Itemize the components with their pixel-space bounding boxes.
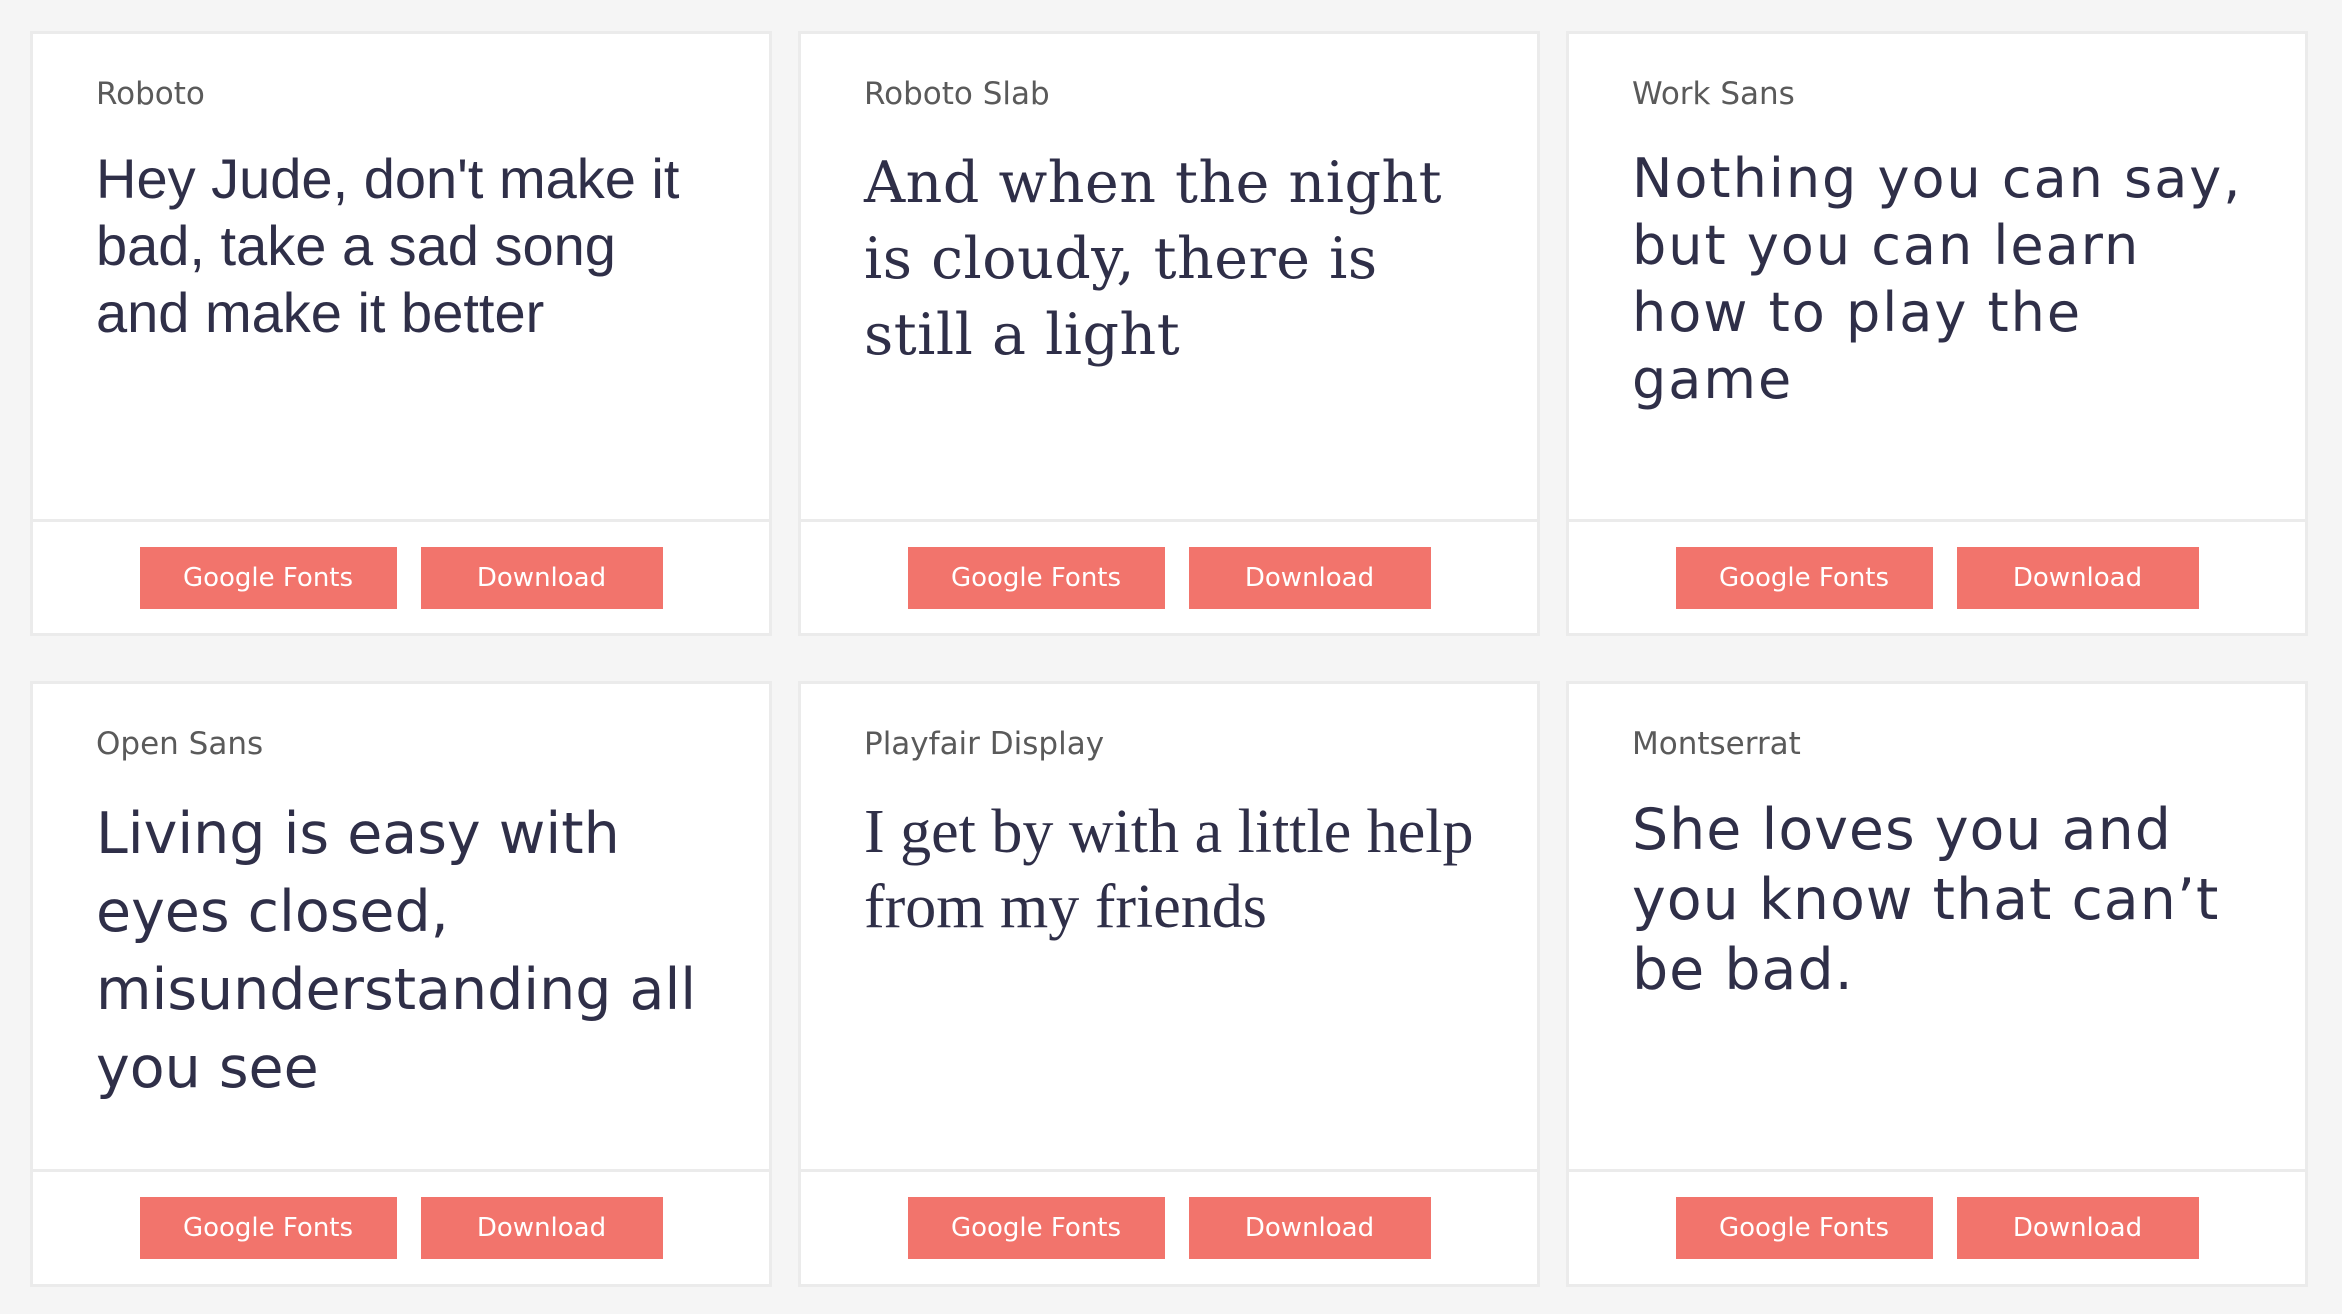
sample-text: And when the night is cloudy, there is s… xyxy=(864,150,1443,369)
sample-text: Living is easy with eyes closed, misunde… xyxy=(96,801,697,1102)
download-button[interactable]: Download xyxy=(1188,1197,1431,1259)
google-fonts-button[interactable]: Google Fonts xyxy=(1675,546,1933,609)
font-name: Roboto xyxy=(96,76,205,112)
card-footer: Google Fonts Download xyxy=(33,1169,769,1284)
card-body: Roboto Hey Jude, don't make it bad, take… xyxy=(33,34,769,519)
card-body: Montserrat She loves you and you know th… xyxy=(1569,684,2305,1169)
card-footer: Google Fonts Download xyxy=(801,519,1537,633)
font-name: Montserrat xyxy=(1632,726,1801,762)
font-card-roboto-slab: Roboto Slab And when the night is cloudy… xyxy=(798,31,1540,636)
font-name: Open Sans xyxy=(96,726,264,762)
font-card-open-sans: Open Sans Living is easy with eyes close… xyxy=(30,681,772,1287)
google-fonts-button[interactable]: Google Fonts xyxy=(907,546,1165,609)
card-footer: Google Fonts Download xyxy=(1569,519,2305,633)
card-footer: Google Fonts Download xyxy=(801,1169,1537,1284)
sample-text: Nothing you can say, but you can learn h… xyxy=(1632,147,2243,412)
card-body: Open Sans Living is easy with eyes close… xyxy=(33,684,769,1169)
sample-text: Hey Jude, don't make it bad, take a sad … xyxy=(96,147,680,345)
font-card-roboto: Roboto Hey Jude, don't make it bad, take… xyxy=(30,31,772,636)
font-name: Work Sans xyxy=(1632,76,1795,112)
sample-text: She loves you and you know that can’t be… xyxy=(1632,797,2220,1004)
download-button[interactable]: Download xyxy=(420,1197,663,1259)
card-body: Roboto Slab And when the night is cloudy… xyxy=(801,34,1537,519)
font-card-montserrat: Montserrat She loves you and you know th… xyxy=(1566,681,2308,1287)
card-footer: Google Fonts Download xyxy=(33,519,769,633)
font-name: Playfair Display xyxy=(864,726,1105,762)
font-name: Roboto Slab xyxy=(864,76,1050,112)
download-button[interactable]: Download xyxy=(420,546,663,609)
font-card-work-sans: Work Sans Nothing you can say, but you c… xyxy=(1566,31,2308,636)
card-footer: Google Fonts Download xyxy=(1569,1169,2305,1284)
download-button[interactable]: Download xyxy=(1188,546,1431,609)
google-fonts-button[interactable]: Google Fonts xyxy=(1675,1197,1933,1259)
google-fonts-button[interactable]: Google Fonts xyxy=(139,546,397,609)
sample-text: I get by with a little help from my frie… xyxy=(864,798,1474,942)
google-fonts-button[interactable]: Google Fonts xyxy=(139,1197,397,1259)
font-card-playfair-display: Playfair Display I get by with a little … xyxy=(798,681,1540,1287)
download-button[interactable]: Download xyxy=(1956,1197,2199,1259)
card-body: Work Sans Nothing you can say, but you c… xyxy=(1569,34,2305,519)
font-card-grid: Roboto Hey Jude, don't make it bad, take… xyxy=(30,31,2308,1287)
card-body: Playfair Display I get by with a little … xyxy=(801,684,1537,1169)
google-fonts-button[interactable]: Google Fonts xyxy=(907,1197,1165,1259)
download-button[interactable]: Download xyxy=(1956,546,2199,609)
